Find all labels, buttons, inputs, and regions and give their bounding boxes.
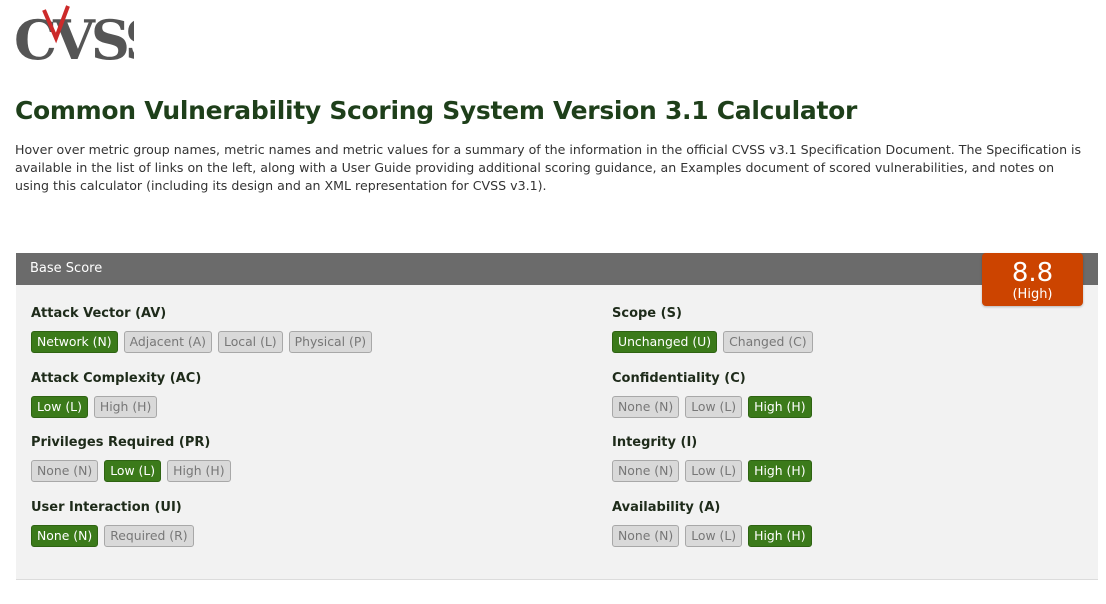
metric-option-button[interactable]: High (H)	[748, 396, 812, 418]
metric-options: None (N) Low (L) High (H)	[31, 460, 231, 482]
metric-options: None (N) Low (L) High (H)	[612, 396, 812, 418]
metric-attack-vector: Attack Vector (AV) Network (N) Adjacent (…	[31, 306, 373, 353]
intro-text: Hover over metric group names, metric na…	[15, 142, 1082, 193]
metric-option-button[interactable]: Network (N)	[31, 331, 118, 353]
metric-option-button[interactable]: None (N)	[612, 460, 680, 482]
metric-option-button[interactable]: Required (R)	[104, 525, 194, 547]
metric-option-button[interactable]: None (N)	[31, 460, 99, 482]
metric-scope: Scope (S) Unchanged (U) Changed (C)	[612, 306, 813, 353]
metric-integrity: Integrity (I) None (N) Low (L) High (H)	[612, 435, 812, 482]
metric-user-interaction: User Interaction (UI) None (N) Required (…	[31, 500, 194, 547]
page-title: Common Vulnerability Scoring System Vers…	[15, 96, 858, 125]
metric-name-confidentiality[interactable]: Confidentiality (C)	[612, 371, 746, 386]
metric-confidentiality: Confidentiality (C) None (N) Low (L) High …	[612, 371, 812, 418]
metric-options: Unchanged (U) Changed (C)	[612, 331, 813, 353]
metric-name-scope[interactable]: Scope (S)	[612, 306, 682, 321]
logo-wordmark: CVSS	[14, 8, 134, 66]
cvss-logo-graphic: CVSS	[14, 5, 165, 72]
metric-option-button[interactable]: Physical (P)	[288, 331, 373, 353]
metric-name-user-interaction[interactable]: User Interaction (UI)	[31, 500, 182, 515]
metric-option-button[interactable]: Changed (C)	[723, 331, 813, 353]
base-score-severity: (High)	[1012, 287, 1053, 302]
metric-option-button[interactable]: High (H)	[167, 460, 231, 482]
metric-attack-complexity: Attack Complexity (AC) Low (L) High (H)	[31, 371, 201, 418]
cvss-logo[interactable]: CVSS	[14, 4, 165, 72]
metric-options: None (N) Required (R)	[31, 525, 194, 547]
metric-option-button[interactable]: Low (L)	[685, 396, 743, 418]
metric-option-button[interactable]: High (H)	[93, 396, 158, 418]
metric-option-button[interactable]: Low (L)	[685, 525, 743, 547]
base-score-panel: Base Score Attack Vector (AV) Network (N…	[16, 253, 1098, 580]
metric-name-attack-complexity[interactable]: Attack Complexity (AC)	[31, 371, 201, 386]
metric-option-button[interactable]: Unchanged (U)	[612, 331, 718, 353]
metric-options: Network (N) Adjacent (A) Local (L) Physical…	[31, 331, 373, 353]
base-score-badge: 8.8 (High)	[982, 253, 1083, 306]
metric-availability: Availability (A) None (N) Low (L) High (H)	[612, 500, 812, 547]
metric-option-button[interactable]: None (N)	[612, 525, 680, 547]
metric-option-button[interactable]: None (N)	[612, 396, 680, 418]
metric-options: None (N) Low (L) High (H)	[612, 525, 812, 547]
metric-option-button[interactable]: None (N)	[31, 525, 99, 547]
metric-options: None (N) Low (L) High (H)	[612, 460, 812, 482]
metric-option-button[interactable]: High (H)	[748, 460, 812, 482]
metric-options: Low (L) High (H)	[31, 396, 158, 418]
base-score-header[interactable]: Base Score	[16, 253, 1098, 285]
base-score-value: 8.8	[1011, 258, 1054, 288]
metric-option-button[interactable]: Low (L)	[685, 460, 743, 482]
metric-option-button[interactable]: Local (L)	[218, 331, 283, 353]
metric-name-attack-vector[interactable]: Attack Vector (AV)	[31, 306, 166, 321]
metric-option-button[interactable]: Low (L)	[104, 460, 162, 482]
metric-name-privileges-required[interactable]: Privileges Required (PR)	[31, 435, 210, 450]
metric-option-button[interactable]: Low (L)	[31, 396, 88, 418]
metric-name-availability[interactable]: Availability (A)	[612, 500, 720, 515]
metric-name-integrity[interactable]: Integrity (I)	[612, 435, 697, 450]
metric-privileges-required: Privileges Required (PR) None (N) Low (L)…	[31, 435, 231, 482]
metric-option-button[interactable]: Adjacent (A)	[123, 331, 213, 353]
metric-option-button[interactable]: High (H)	[748, 525, 812, 547]
